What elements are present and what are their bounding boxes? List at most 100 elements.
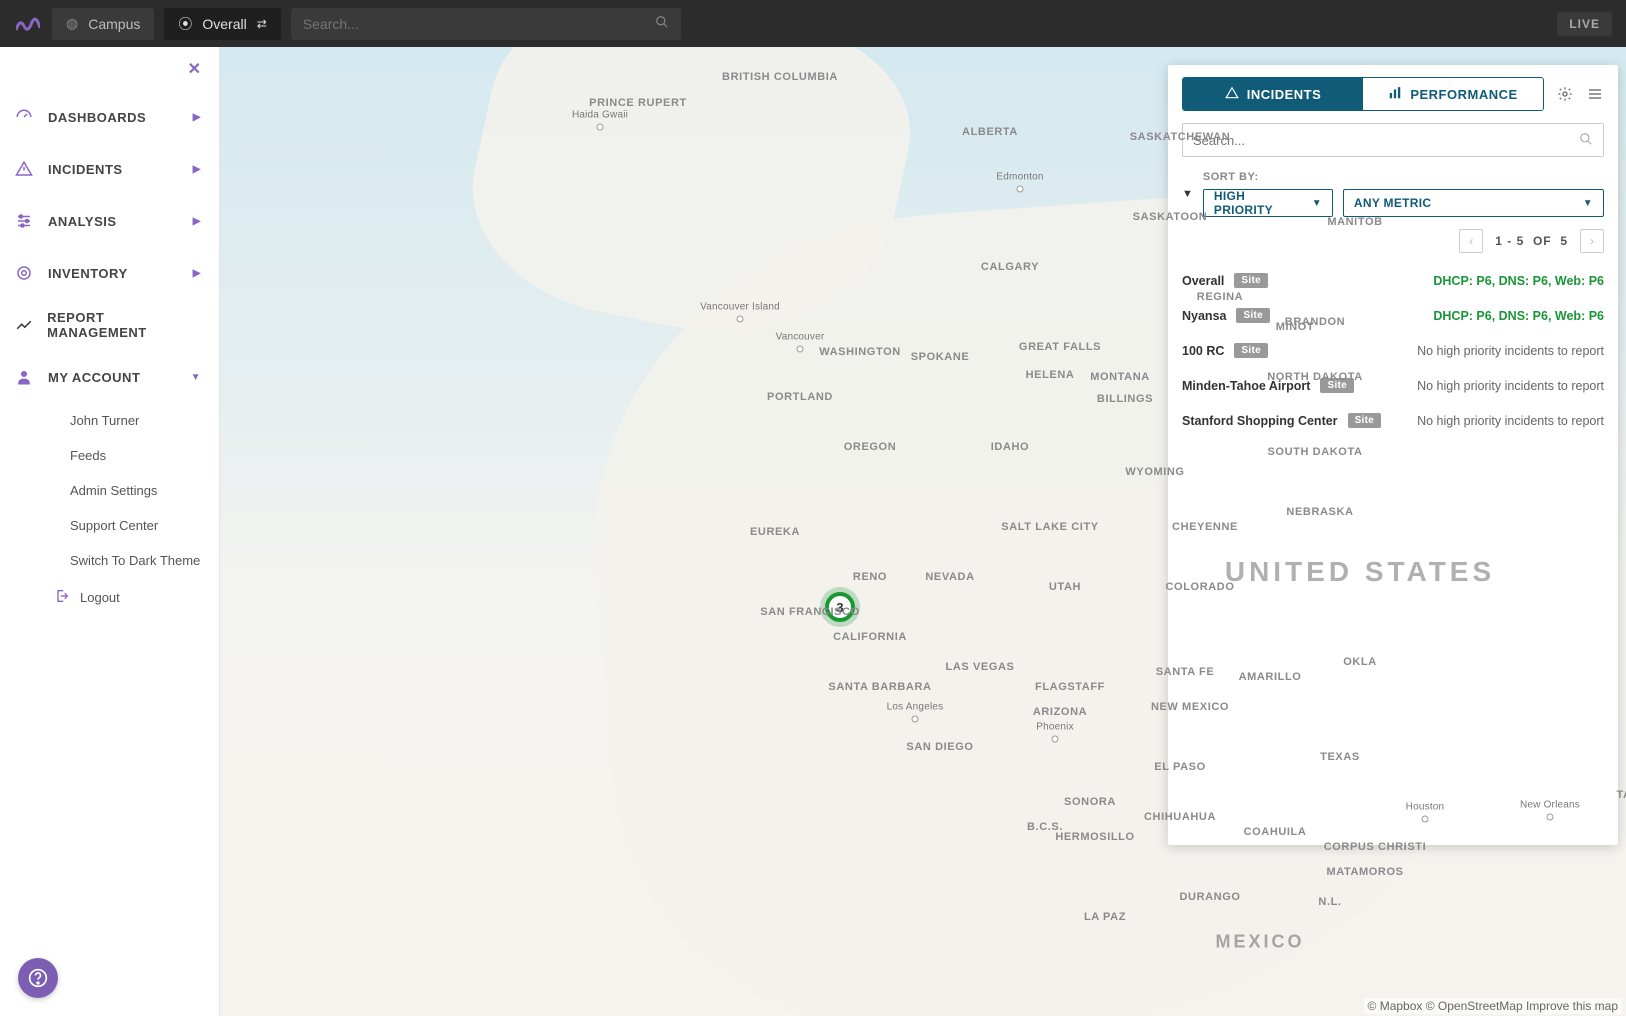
panel-search[interactable] bbox=[1182, 123, 1604, 157]
city-dot bbox=[797, 346, 804, 353]
map-label: SASKATOON bbox=[1133, 211, 1208, 223]
nav-incidents[interactable]: INCIDENTS ▶ bbox=[0, 143, 219, 195]
tab-performance[interactable]: PERFORMANCE bbox=[1363, 78, 1543, 110]
logout-label: Logout bbox=[80, 590, 120, 605]
map-label: CALIFORNIA bbox=[833, 631, 907, 643]
row-message: No high priority incidents to report bbox=[1417, 379, 1604, 393]
tab-incidents[interactable]: INCIDENTS bbox=[1183, 78, 1363, 110]
nav-label: MY ACCOUNT bbox=[48, 370, 140, 385]
sort-metric-select[interactable]: ANY METRIC ▼ bbox=[1343, 189, 1604, 217]
campus-selector[interactable]: ◍ Campus bbox=[52, 8, 154, 40]
panel-settings-icon[interactable] bbox=[1556, 86, 1574, 102]
map-label: RENO bbox=[853, 571, 887, 583]
sub-support-center[interactable]: Support Center bbox=[0, 508, 219, 543]
global-search[interactable] bbox=[291, 8, 681, 40]
sub-admin-settings[interactable]: Admin Settings bbox=[0, 473, 219, 508]
map-label: NEBRASKA bbox=[1286, 506, 1353, 518]
nav-my-account[interactable]: MY ACCOUNT ▼ bbox=[0, 351, 219, 403]
sort-priority-value: HIGH PRIORITY bbox=[1214, 189, 1304, 217]
map-label: SANTA FE bbox=[1156, 666, 1215, 678]
live-indicator[interactable]: LIVE bbox=[1557, 12, 1612, 36]
nav-report-management[interactable]: REPORT MANAGEMENT bbox=[0, 299, 219, 351]
incident-row[interactable]: Minden-Tahoe Airport Site No high priori… bbox=[1182, 368, 1604, 403]
incident-row[interactable]: Stanford Shopping Center Site No high pr… bbox=[1182, 403, 1604, 438]
map-label: MONTANA bbox=[1090, 371, 1150, 383]
swap-icon: ⇄ bbox=[257, 17, 267, 31]
pager-prev[interactable]: ‹ bbox=[1459, 229, 1483, 253]
sidebar-close-icon[interactable]: ✕ bbox=[188, 59, 201, 79]
topbar: ◍ Campus ⦿ Overall ⇄ LIVE bbox=[0, 0, 1626, 47]
map-label: WASHINGTON bbox=[819, 346, 901, 358]
bars-icon bbox=[1388, 86, 1402, 103]
pager-next[interactable]: › bbox=[1580, 229, 1604, 253]
filter-icon[interactable]: ▼ bbox=[1182, 188, 1193, 200]
map-label: MATAMOROS bbox=[1326, 866, 1403, 878]
map-label: MEXICO bbox=[1215, 932, 1304, 953]
panel-menu-icon[interactable] bbox=[1586, 86, 1604, 102]
tab-label: PERFORMANCE bbox=[1410, 87, 1517, 102]
map-label: Phoenix bbox=[1036, 722, 1074, 733]
help-button[interactable] bbox=[18, 958, 58, 998]
map-label: OREGON bbox=[844, 441, 897, 453]
row-name: Nyansa bbox=[1182, 309, 1226, 323]
city-dot bbox=[1052, 736, 1059, 743]
map[interactable]: 3 © Mapbox © OpenStreetMap Improve this … bbox=[220, 47, 1626, 1016]
incident-row[interactable]: Overall Site DHCP: P6, DNS: P6, Web: P6 bbox=[1182, 263, 1604, 298]
map-label: SASKATCHEWAN bbox=[1130, 131, 1231, 143]
chevron-right-icon: ▶ bbox=[193, 268, 201, 279]
map-label: N.L. bbox=[1318, 896, 1341, 908]
map-label: Los Angeles bbox=[887, 702, 944, 713]
row-message: DHCP: P6, DNS: P6, Web: P6 bbox=[1433, 309, 1604, 323]
sub-switch-theme[interactable]: Switch To Dark Theme bbox=[0, 543, 219, 578]
sliders-icon bbox=[14, 211, 34, 231]
sort-priority-select[interactable]: HIGH PRIORITY ▼ bbox=[1203, 189, 1333, 217]
city-dot bbox=[1017, 186, 1024, 193]
nav-label: INVENTORY bbox=[48, 266, 128, 281]
chart-line-icon bbox=[14, 315, 33, 335]
nav-inventory[interactable]: INVENTORY ▶ bbox=[0, 247, 219, 299]
map-label: NORTH DAKOTA bbox=[1267, 371, 1363, 383]
incident-row[interactable]: Nyansa Site DHCP: P6, DNS: P6, Web: P6 bbox=[1182, 298, 1604, 333]
map-label: PRINCE RUPERT bbox=[589, 97, 687, 109]
map-label: UTAH bbox=[1049, 581, 1081, 593]
map-label: UNITED STATES bbox=[1225, 556, 1495, 588]
sub-user-name[interactable]: John Turner bbox=[0, 403, 219, 438]
map-label: Vancouver Island bbox=[700, 302, 780, 313]
chevron-right-icon: ▶ bbox=[193, 164, 201, 175]
map-attribution[interactable]: © Mapbox © OpenStreetMap Improve this ma… bbox=[1364, 998, 1622, 1014]
map-label: DURANGO bbox=[1179, 891, 1240, 903]
chevron-right-icon: ▶ bbox=[193, 112, 201, 123]
sub-feeds[interactable]: Feeds bbox=[0, 438, 219, 473]
city-dot bbox=[1547, 814, 1554, 821]
warning-icon bbox=[14, 159, 34, 179]
map-label: HELENA bbox=[1026, 369, 1075, 381]
search-icon bbox=[1579, 132, 1593, 149]
map-label: SOUTH DAKOTA bbox=[1268, 446, 1363, 458]
city-dot bbox=[597, 124, 604, 131]
map-label: HERMOSILLO bbox=[1055, 831, 1134, 843]
campus-label: Campus bbox=[88, 16, 140, 32]
map-label: EUREKA bbox=[750, 526, 800, 538]
nav-dashboards[interactable]: DASHBOARDS ▶ bbox=[0, 91, 219, 143]
site-badge: Site bbox=[1234, 343, 1268, 358]
target-icon bbox=[14, 263, 34, 283]
gauge-icon bbox=[14, 107, 34, 127]
nav-label: DASHBOARDS bbox=[48, 110, 146, 125]
site-badge: Site bbox=[1348, 413, 1382, 428]
incident-row[interactable]: 100 RC Site No high priority incidents t… bbox=[1182, 333, 1604, 368]
global-search-input[interactable] bbox=[303, 16, 655, 32]
map-label: GREAT FALLS bbox=[1019, 341, 1101, 353]
map-label: LA PAZ bbox=[1084, 911, 1126, 923]
pin-icon: ⦿ bbox=[178, 14, 192, 34]
map-label: LAS VEGAS bbox=[946, 661, 1015, 673]
map-label: SPOKANE bbox=[911, 351, 970, 363]
panel-search-input[interactable] bbox=[1193, 133, 1579, 148]
row-message: DHCP: P6, DNS: P6, Web: P6 bbox=[1433, 274, 1604, 288]
map-label: OKLA bbox=[1343, 656, 1377, 668]
nav-analysis[interactable]: ANALYSIS ▶ bbox=[0, 195, 219, 247]
overall-selector[interactable]: ⦿ Overall ⇄ bbox=[164, 8, 280, 40]
pager-text: 1 - 5 OF 5 bbox=[1485, 234, 1578, 248]
city-dot bbox=[1422, 816, 1429, 823]
sub-logout[interactable]: Logout bbox=[0, 578, 219, 617]
incidents-panel: INCIDENTS PERFORMANCE bbox=[1168, 65, 1618, 845]
